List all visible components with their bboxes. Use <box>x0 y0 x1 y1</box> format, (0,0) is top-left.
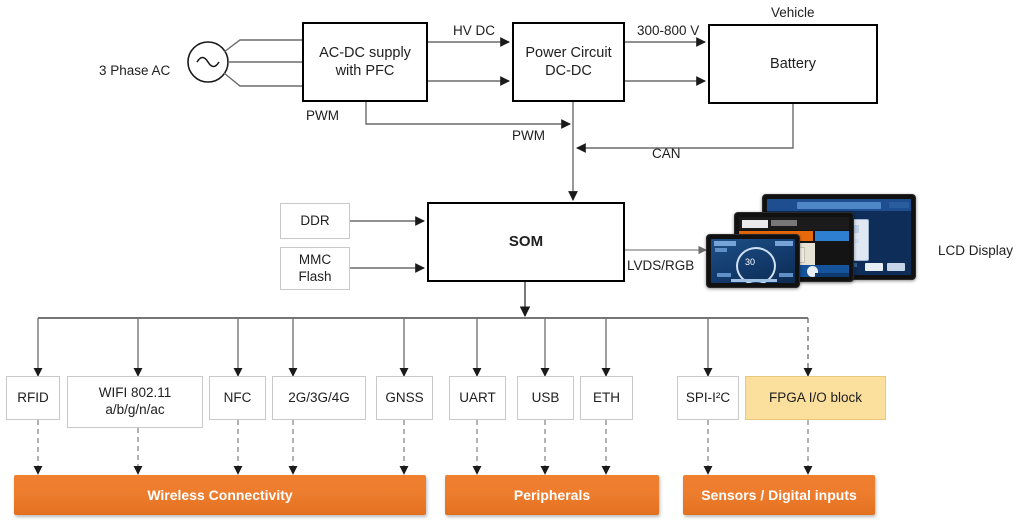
block-som[interactable]: SOM <box>427 202 625 282</box>
block-uart[interactable]: UART <box>449 376 506 420</box>
uart-label: UART <box>459 389 496 405</box>
three-phase-ac-label: 3 Phase AC <box>99 63 171 78</box>
wireless-connectivity-label: Wireless Connectivity <box>147 487 293 503</box>
signal-lvds-rgb-label: LVDS/RGB <box>627 258 695 273</box>
power-circuit-line2: DC-DC <box>545 63 592 79</box>
group-bar-wireless-connectivity[interactable]: Wireless Connectivity <box>14 475 426 515</box>
power-circuit-line1: Power Circuit <box>525 44 612 61</box>
block-battery[interactable]: Battery <box>708 24 878 104</box>
usb-label: USB <box>531 389 560 405</box>
block-nfc[interactable]: NFC <box>209 376 266 420</box>
block-fpga-io[interactable]: FPGA I/O block <box>745 376 886 420</box>
eth-label: ETH <box>593 389 620 405</box>
cellular-label: 2G/3G/4G <box>288 389 350 405</box>
block-cellular[interactable]: 2G/3G/4G <box>272 376 366 420</box>
nfc-label: NFC <box>223 389 252 405</box>
group-bar-peripherals[interactable]: Peripherals <box>445 475 659 515</box>
block-spi-i2c[interactable]: SPI-I²C <box>677 376 739 420</box>
signal-voltage-range-label: 300-800 V <box>637 23 700 38</box>
signal-pwm-1-label: PWM <box>306 108 339 123</box>
som-label: SOM <box>508 232 544 250</box>
vehicle-label: Vehicle <box>771 5 815 20</box>
wifi-label-line2: a/b/g/n/ac <box>105 402 165 417</box>
block-usb[interactable]: USB <box>517 376 574 420</box>
gnss-label: GNSS <box>385 389 424 405</box>
signal-pwm-2-label: PWM <box>512 128 545 143</box>
block-mmc-flash[interactable]: MMC Flash <box>280 247 350 290</box>
lcd-display-image: 30 <box>706 194 916 288</box>
lcd-panel-small: 30 <box>706 234 800 288</box>
rfid-label: RFID <box>17 389 49 405</box>
peripherals-group-label: Peripherals <box>513 487 591 503</box>
battery-label: Battery <box>770 55 816 72</box>
lcd-display-label: LCD Display <box>938 243 1014 258</box>
spi-i2c-label: SPI-I²C <box>685 389 731 405</box>
ddr-label: DDR <box>300 212 330 228</box>
wire-can <box>576 104 794 153</box>
wire-pwm-acdc <box>365 102 571 129</box>
signal-hv-dc-label: HV DC <box>453 23 496 38</box>
block-ddr[interactable]: DDR <box>280 203 350 239</box>
group-bar-sensors-digital-inputs[interactable]: Sensors / Digital inputs <box>683 475 875 515</box>
block-gnss[interactable]: GNSS <box>376 376 433 420</box>
phase-wire-1 <box>223 39 302 53</box>
block-eth[interactable]: ETH <box>580 376 633 420</box>
wifi-label: WIFI 802.11 <box>98 385 172 401</box>
fpga-io-label: FPGA I/O block <box>768 389 863 405</box>
block-ac-dc-supply[interactable]: AC-DC supply with PFC <box>302 22 428 102</box>
block-wifi[interactable]: WIFI 802.11 a/b/g/n/ac <box>67 376 203 428</box>
ac-dc-line2: with PFC <box>335 63 395 79</box>
phase-wire-3 <box>223 72 302 87</box>
mmc-line2: Flash <box>298 268 332 284</box>
signal-can-label: CAN <box>652 146 681 161</box>
block-rfid[interactable]: RFID <box>6 376 60 420</box>
sensors-digital-inputs-label: Sensors / Digital inputs <box>701 487 857 503</box>
ac-dc-line1: AC-DC supply <box>319 44 411 61</box>
block-power-circuit-dc-dc[interactable]: Power Circuit DC-DC <box>512 22 625 102</box>
mmc-line1: MMC <box>298 251 332 267</box>
